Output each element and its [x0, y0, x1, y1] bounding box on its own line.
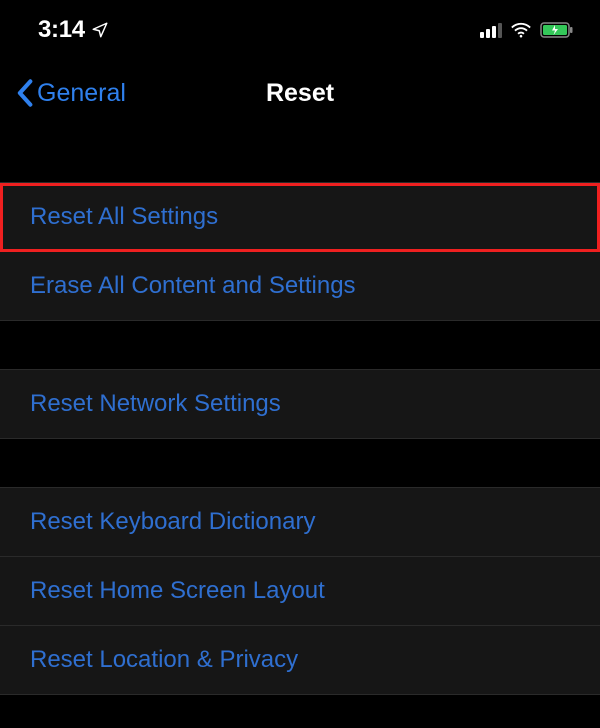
- section-spacer: [0, 321, 600, 369]
- status-time: 3:14: [38, 16, 85, 44]
- list-item-label: Reset All Settings: [30, 203, 218, 230]
- status-bar-right: [480, 22, 574, 38]
- reset-home-screen-layout-item[interactable]: Reset Home Screen Layout: [0, 557, 600, 626]
- list-item-label: Reset Keyboard Dictionary: [30, 508, 315, 535]
- status-bar-left: 3:14: [38, 16, 109, 44]
- settings-group-1: Reset All Settings Erase All Content and…: [0, 182, 600, 321]
- list-item-label: Erase All Content and Settings: [30, 272, 356, 299]
- list-item-label: Reset Home Screen Layout: [30, 577, 325, 604]
- section-spacer: [0, 439, 600, 487]
- wifi-icon: [510, 22, 532, 38]
- chevron-left-icon: [16, 79, 33, 107]
- reset-location-privacy-item[interactable]: Reset Location & Privacy: [0, 626, 600, 694]
- reset-network-settings-item[interactable]: Reset Network Settings: [0, 370, 600, 438]
- settings-group-2: Reset Network Settings: [0, 369, 600, 439]
- navigation-bar: General Reset: [0, 54, 600, 132]
- status-bar: 3:14: [0, 0, 600, 54]
- cellular-signal-icon: [480, 22, 502, 38]
- back-button[interactable]: General: [16, 79, 126, 108]
- back-button-label: General: [37, 79, 126, 108]
- page-title: Reset: [266, 79, 334, 108]
- erase-all-content-item[interactable]: Erase All Content and Settings: [0, 252, 600, 320]
- settings-group-3: Reset Keyboard Dictionary Reset Home Scr…: [0, 487, 600, 695]
- location-arrow-icon: [91, 21, 109, 39]
- battery-charging-icon: [540, 22, 574, 38]
- section-spacer: [0, 132, 600, 182]
- reset-keyboard-dictionary-item[interactable]: Reset Keyboard Dictionary: [0, 488, 600, 557]
- list-item-label: Reset Network Settings: [30, 390, 281, 417]
- reset-all-settings-item[interactable]: Reset All Settings: [0, 183, 600, 252]
- list-item-label: Reset Location & Privacy: [30, 646, 298, 673]
- content: Reset All Settings Erase All Content and…: [0, 132, 600, 695]
